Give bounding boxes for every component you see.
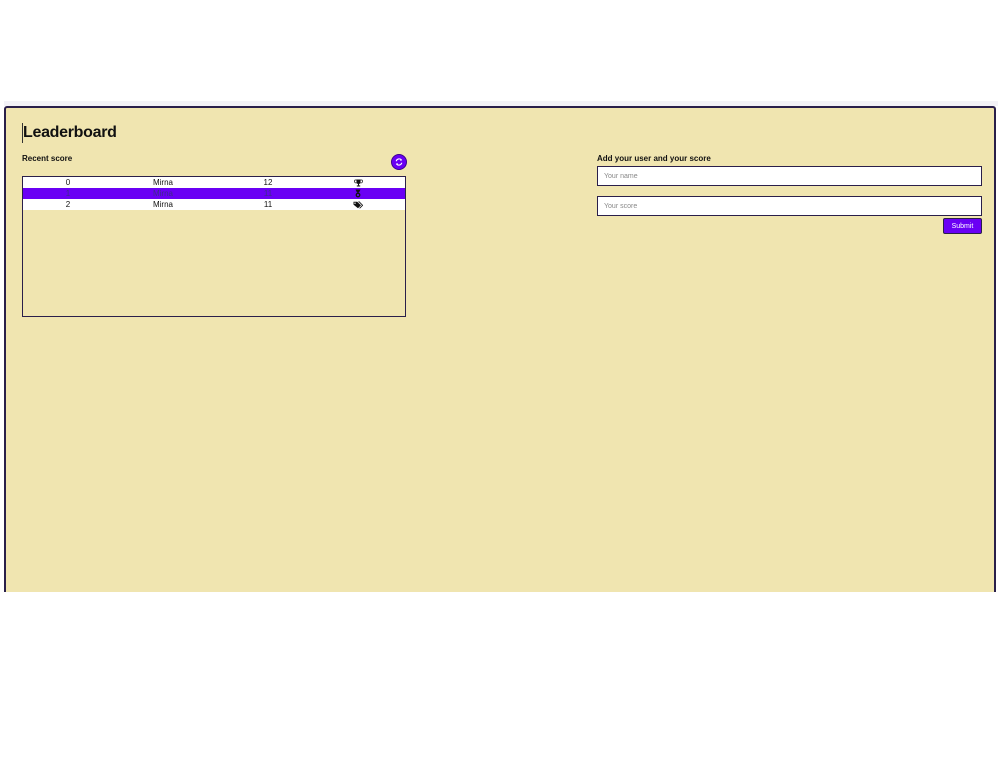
score-input[interactable] xyxy=(597,196,982,216)
submit-button[interactable]: Submit xyxy=(943,218,982,234)
refresh-icon xyxy=(394,157,404,167)
score-row: 0 Mirna 12 xyxy=(23,177,405,188)
score-value: 12 xyxy=(263,178,273,187)
score-rank: 2 xyxy=(65,200,71,209)
medal-icon xyxy=(348,188,368,199)
score-name: Mirna xyxy=(152,200,173,209)
page-title: Leaderboard xyxy=(22,123,117,143)
score-rank: 0 xyxy=(65,178,71,187)
refresh-button[interactable] xyxy=(391,154,407,170)
tags-icon xyxy=(348,199,368,210)
add-score-label: Add your user and your score xyxy=(597,154,711,163)
score-list: 0 Mirna 12 1 Mirna 11 2 Mirna 11 xyxy=(22,176,406,317)
score-row: 2 Mirna 11 xyxy=(23,199,405,210)
score-row: 1 Mirna 11 xyxy=(23,188,405,199)
leaderboard-panel: Leaderboard Recent score 0 Mirna 12 1 Mi… xyxy=(4,106,996,592)
score-name: Mirna xyxy=(152,178,173,187)
score-value: 11 xyxy=(263,200,273,209)
score-rank: 1 xyxy=(65,189,71,198)
score-value: 11 xyxy=(263,189,273,198)
recent-score-label: Recent score xyxy=(22,154,73,163)
trophy-icon xyxy=(348,177,368,188)
score-name: Mirna xyxy=(152,189,173,198)
name-input[interactable] xyxy=(597,166,982,186)
